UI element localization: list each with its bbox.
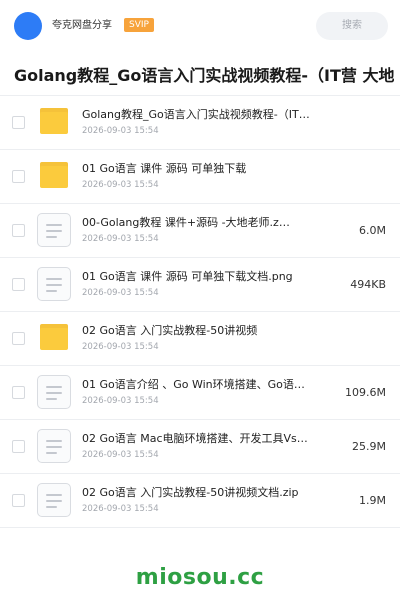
document-icon (37, 213, 71, 247)
file-size: 494KB (350, 278, 386, 291)
file-size: 25.9M (352, 440, 386, 453)
row-checkbox[interactable] (12, 170, 25, 183)
folder-icon (40, 108, 68, 134)
file-row[interactable]: 02 Go语言 入门实战教程-50讲视频文档.zip 2026-09-03 15… (0, 474, 400, 528)
file-row[interactable]: 02 Go语言 入门实战教程-50讲视频 2026-09-03 15:54 (0, 312, 400, 366)
file-row[interactable]: Golang教程_Go语言入门实战视频教程-（IT… 2026-09-03 15… (0, 96, 400, 150)
file-name: 01 Go语言介绍 、Go Win环境搭建、Go语… (82, 378, 305, 391)
row-checkbox[interactable] (12, 224, 25, 237)
folder-icon (40, 324, 68, 350)
file-date: 2026-09-03 15:54 (82, 396, 159, 406)
svip-badge: SVIP (124, 18, 154, 32)
file-size: 1.9M (359, 494, 386, 507)
file-row[interactable]: 01 Go语言 课件 源码 可单独下载 2026-09-03 15:54 (0, 150, 400, 204)
file-row[interactable]: 01 Go语言 课件 源码 可单独下载文档.png 2026-09-03 15:… (0, 258, 400, 312)
file-date: 2026-09-03 15:54 (82, 450, 159, 460)
share-owner-name: 夸克网盘分享 (52, 20, 112, 31)
file-name: Golang教程_Go语言入门实战视频教程-（IT… (82, 108, 310, 121)
row-checkbox[interactable] (12, 386, 25, 399)
file-name: 02 Go语言 入门实战教程-50讲视频 (82, 324, 258, 337)
folder-icon (40, 162, 68, 188)
file-date: 2026-09-03 15:54 (82, 288, 159, 298)
file-row[interactable]: 00-Golang教程 课件+源码 -大地老师.z… 2026-09-03 15… (0, 204, 400, 258)
avatar[interactable] (14, 12, 42, 40)
file-date: 2026-09-03 15:54 (82, 126, 159, 136)
search-button[interactable]: 搜索 (316, 12, 388, 40)
file-size: 6.0M (359, 224, 386, 237)
document-icon (37, 483, 71, 517)
share-header: 夸克网盘分享 SVIP 搜索 (0, 0, 400, 54)
document-icon (37, 429, 71, 463)
file-date: 2026-09-03 15:54 (82, 234, 159, 244)
watermark-text: miosou.cc (135, 565, 265, 590)
row-checkbox[interactable] (12, 494, 25, 507)
document-icon (37, 375, 71, 409)
file-row[interactable]: 01 Go语言介绍 、Go Win环境搭建、Go语… 2026-09-03 15… (0, 366, 400, 420)
file-name: 02 Go语言 Mac电脑环境搭建、开发工具Vs… (82, 432, 308, 445)
row-checkbox[interactable] (12, 278, 25, 291)
row-checkbox[interactable] (12, 332, 25, 345)
file-date: 2026-09-03 15:54 (82, 342, 159, 352)
file-name: 01 Go语言 课件 源码 可单独下载 (82, 162, 247, 175)
file-list: Golang教程_Go语言入门实战视频教程-（IT… 2026-09-03 15… (0, 96, 400, 528)
page-title: Golang教程_Go语言入门实战视频教程-（IT营 大地老师） (14, 66, 394, 85)
file-date: 2026-09-03 15:54 (82, 504, 159, 514)
file-name: 00-Golang教程 课件+源码 -大地老师.z… (82, 216, 290, 229)
file-name: 02 Go语言 入门实战教程-50讲视频文档.zip (82, 486, 299, 499)
file-size: 109.6M (345, 386, 386, 399)
file-row[interactable]: 02 Go语言 Mac电脑环境搭建、开发工具Vs… 2026-09-03 15:… (0, 420, 400, 474)
row-checkbox[interactable] (12, 116, 25, 129)
row-checkbox[interactable] (12, 440, 25, 453)
file-date: 2026-09-03 15:54 (82, 180, 159, 190)
file-name: 01 Go语言 课件 源码 可单独下载文档.png (82, 270, 293, 283)
document-icon (37, 267, 71, 301)
